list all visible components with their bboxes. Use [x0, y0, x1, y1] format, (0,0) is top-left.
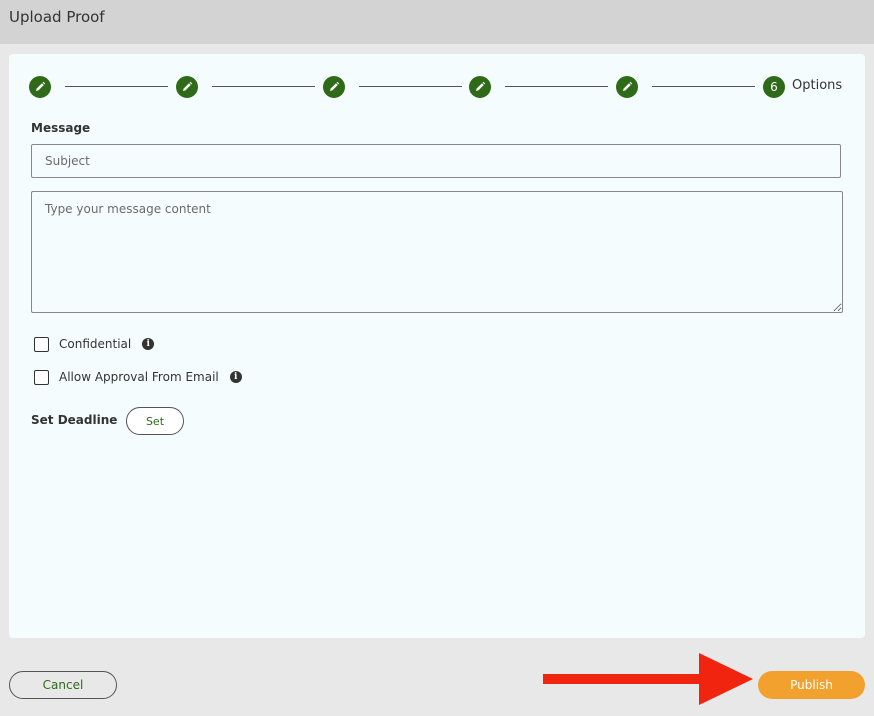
step-connector: [65, 86, 168, 87]
set-deadline-button[interactable]: Set: [126, 407, 184, 435]
pencil-icon: [330, 81, 340, 91]
dialog-panel: 6 Options Message Confidential i Allow A…: [9, 54, 865, 638]
subject-input[interactable]: [31, 144, 841, 178]
annotation-arrow-icon: [543, 653, 753, 705]
pencil-icon: [476, 81, 486, 91]
confidential-checkbox[interactable]: [34, 336, 49, 352]
step-4-completed[interactable]: [469, 76, 491, 98]
set-deadline-label: Set Deadline: [31, 413, 118, 427]
confidential-label: Confidential: [59, 337, 132, 351]
pencil-icon: [183, 81, 193, 91]
allow-approval-email-checkbox[interactable]: [34, 369, 49, 385]
allow-approval-email-label: Allow Approval From Email: [59, 370, 219, 384]
publish-button[interactable]: Publish: [758, 671, 865, 699]
pencil-icon: [623, 81, 633, 91]
step-number: 6: [770, 80, 778, 94]
progress-stepper: 6 Options: [29, 76, 845, 98]
step-5-completed[interactable]: [616, 76, 638, 98]
step-6-current[interactable]: 6: [763, 76, 785, 98]
info-icon[interactable]: i: [229, 371, 242, 383]
step-connector: [212, 86, 315, 87]
step-label-options: Options: [792, 78, 843, 93]
allow-email-option: Allow Approval From Email i: [34, 368, 242, 386]
cancel-button[interactable]: Cancel: [9, 671, 117, 699]
message-label: Message: [31, 121, 91, 135]
step-connector: [505, 86, 608, 87]
step-3-completed[interactable]: [323, 76, 345, 98]
step-2-completed[interactable]: [176, 76, 198, 98]
step-connector: [359, 86, 462, 87]
title-bar: Upload Proof: [0, 0, 874, 44]
message-content-textarea[interactable]: [31, 191, 843, 313]
pencil-icon: [36, 81, 46, 91]
step-connector: [652, 86, 755, 87]
window-title: Upload Proof: [9, 8, 105, 26]
confidential-option: Confidential i: [34, 335, 155, 353]
step-1-completed[interactable]: [29, 76, 51, 98]
info-icon[interactable]: i: [142, 338, 155, 350]
